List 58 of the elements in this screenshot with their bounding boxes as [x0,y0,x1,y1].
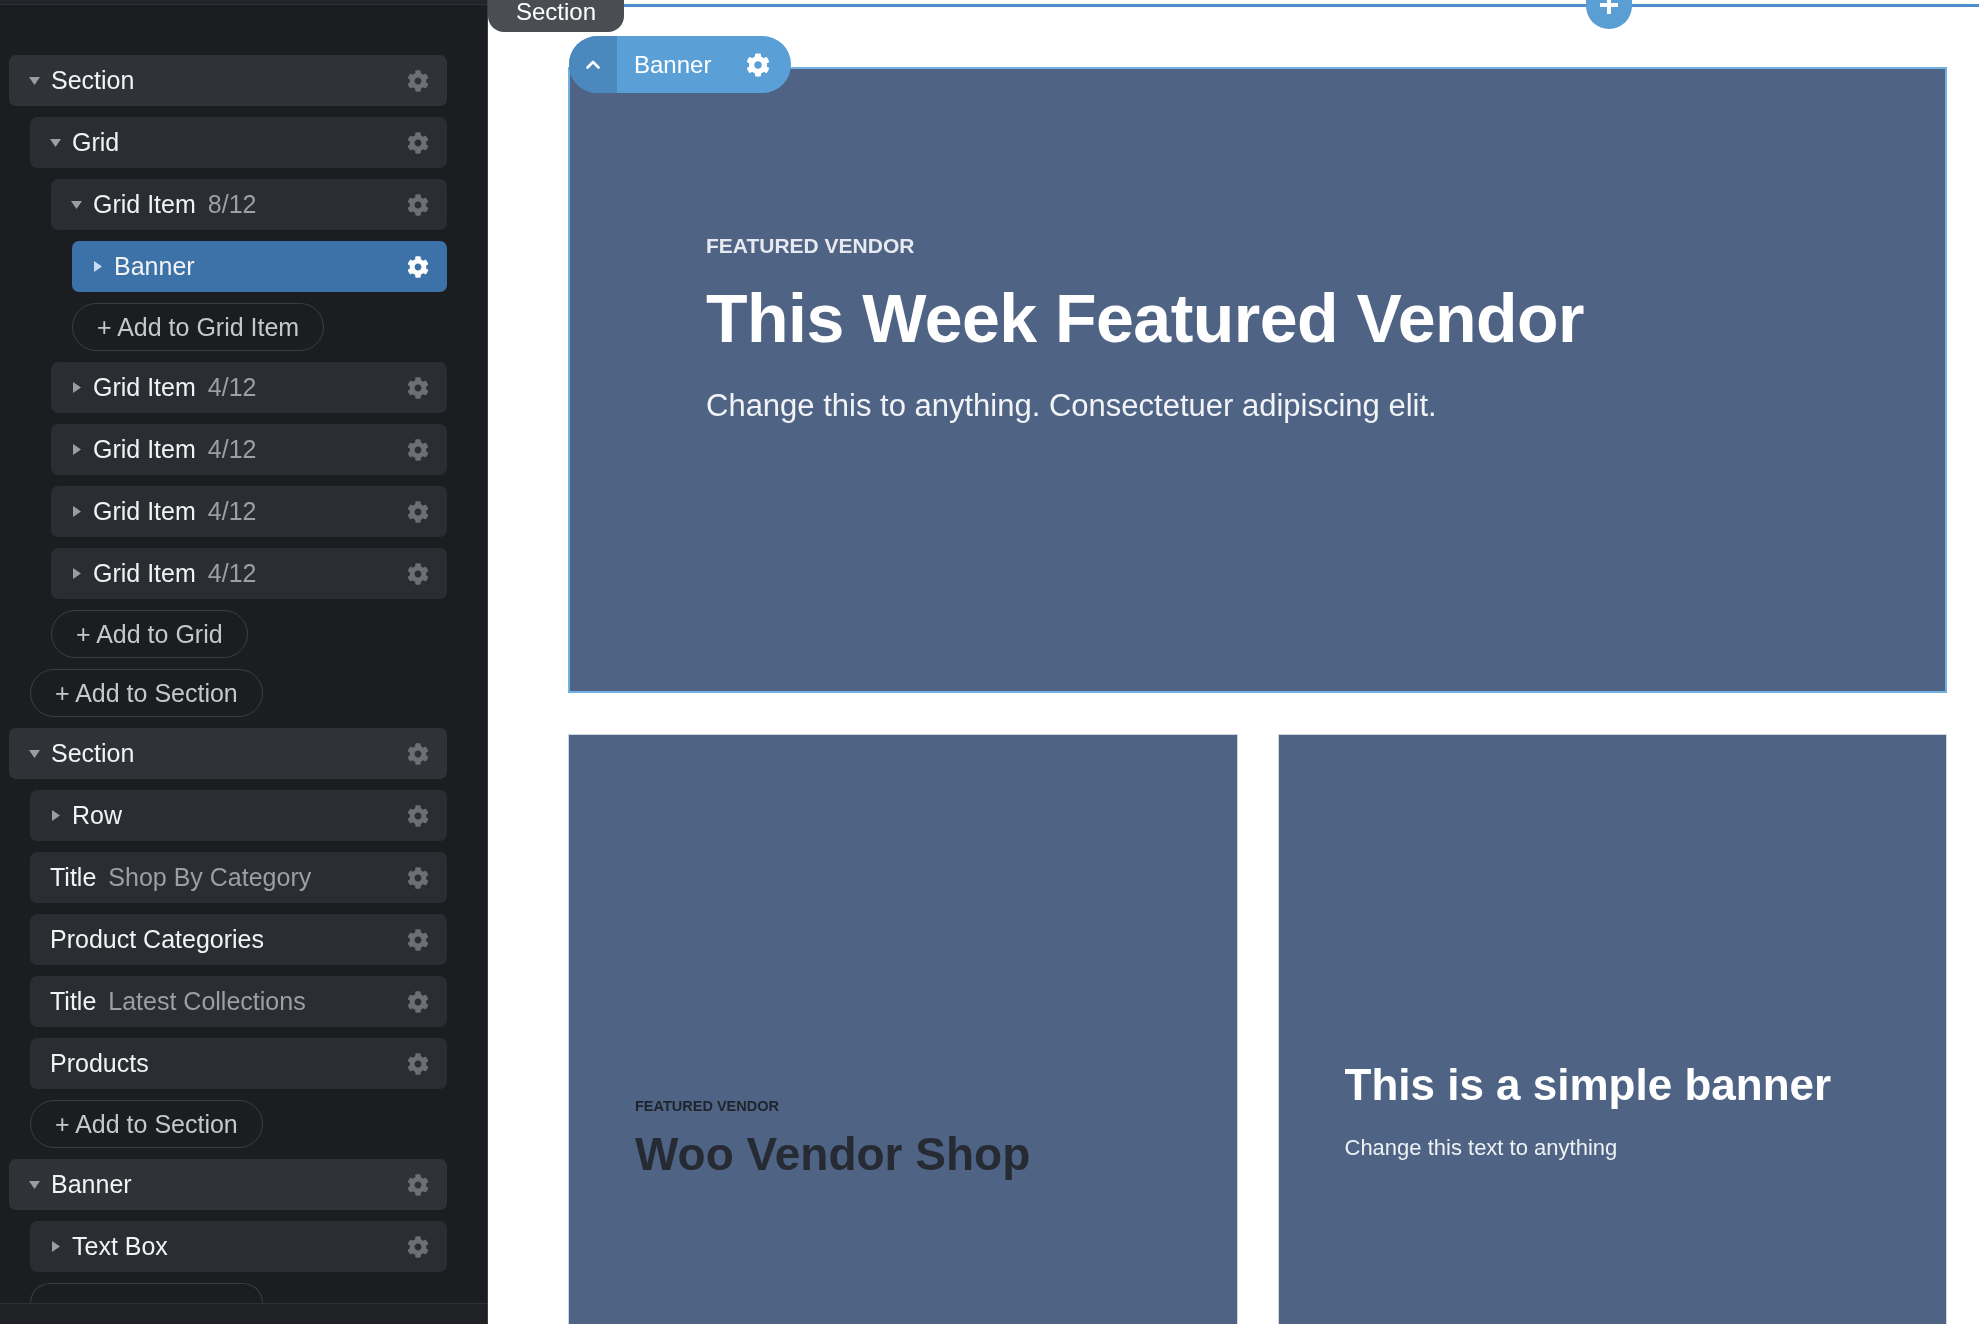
settings-icon[interactable] [407,438,429,461]
settings-icon[interactable] [407,866,429,889]
tree-row[interactable]: Product Categories [30,914,447,965]
plus-icon [1600,0,1618,14]
settings-icon[interactable] [407,131,429,154]
tree-row[interactable]: Grid Item 8/12 [51,179,447,230]
caret-right-icon[interactable] [72,444,81,455]
caret-down-icon[interactable] [71,200,82,209]
settings-icon[interactable] [407,804,429,827]
settings-icon[interactable] [407,928,429,951]
caret-down-icon[interactable] [29,76,40,85]
settings-icon[interactable] [407,742,429,765]
eyebrow-text: FEATURED VENDOR [706,233,916,259]
tree-row[interactable]: Banner [72,241,447,292]
tree-row[interactable]: Grid Item 4/12 [51,424,447,475]
banner-heading: This Week Featured Vendor [706,279,1586,358]
tree-row[interactable]: Banner [9,1159,447,1210]
settings-icon[interactable] [746,52,771,77]
settings-icon[interactable] [407,1173,429,1196]
caret-right-icon[interactable] [51,810,60,821]
banner-heading: This is a simple banner [1344,1059,1833,1111]
tree-row[interactable]: Text Box [30,1221,447,1272]
caret-down-icon[interactable] [50,138,61,147]
add-button[interactable] [1586,0,1632,29]
settings-icon[interactable] [407,990,429,1013]
caret-right-icon[interactable] [72,568,81,579]
collapse-button[interactable] [569,36,617,93]
settings-icon[interactable] [407,1052,429,1075]
settings-icon[interactable] [407,193,429,216]
caret-down-icon[interactable] [29,1180,40,1189]
tree-row[interactable]: Grid Item 4/12 [51,548,447,599]
caret-right-icon[interactable] [51,1241,60,1252]
caret-down-icon[interactable] [29,749,40,758]
settings-icon[interactable] [407,255,429,278]
banner-text: Change this to anything. Consectetuer adipiscing elit. [706,387,1438,425]
tree-row[interactable]: Title Shop By Category [30,852,447,903]
settings-icon[interactable] [407,376,429,399]
banner-text: Change this text to anything [1344,1134,1619,1162]
caret-right-icon[interactable] [72,506,81,517]
tree-row[interactable]: Grid [30,117,447,168]
section-tag[interactable]: Section [488,0,625,32]
settings-icon[interactable] [407,562,429,585]
settings-icon[interactable] [407,69,429,92]
settings-icon[interactable] [407,1235,429,1258]
banner-heading: Woo Vendor Shop [635,1127,1032,1182]
tree-row[interactable]: Section [9,728,447,779]
tree-row[interactable]: Row [30,790,447,841]
caret-right-icon[interactable] [93,261,102,272]
tree-row[interactable]: Grid Item 4/12 [51,486,447,537]
chevron-up-icon [586,60,600,69]
block-label: Banner [634,50,712,79]
tree-row[interactable]: Products [30,1038,447,1089]
eyebrow-text: FEATURED VENDOR [635,1097,780,1115]
tree-row[interactable]: Grid Item 4/12 [51,362,447,413]
settings-icon[interactable] [407,500,429,523]
caret-right-icon[interactable] [72,382,81,393]
tree-row[interactable]: Title Latest Collections [30,976,447,1027]
tree-row[interactable]: Section [9,55,447,106]
